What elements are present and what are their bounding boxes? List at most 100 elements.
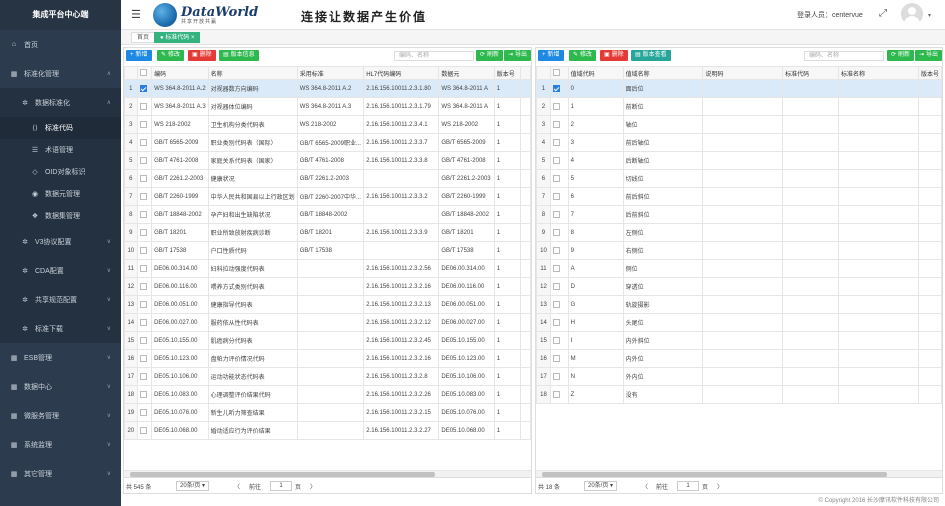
table-row[interactable]: 13 DE06.00.051.00 健康指导代码表 2.16.156.10011.2.… bbox=[124, 295, 531, 314]
table-row[interactable]: 10 GB/T 17538 户口性质代码 GB/T 17538 GB/T 17538 1 bbox=[124, 241, 531, 260]
row-checkbox[interactable] bbox=[139, 354, 147, 362]
row-checkbox[interactable] bbox=[139, 408, 147, 416]
page-number-input[interactable]: 1 bbox=[270, 481, 292, 491]
avatar[interactable] bbox=[901, 3, 923, 25]
chevron-down-icon[interactable]: ▾ bbox=[928, 12, 931, 19]
edit-value-button[interactable]: ✎ 修改 bbox=[569, 50, 597, 61]
column-header[interactable]: 说明码 bbox=[702, 66, 784, 80]
refresh-button[interactable]: ⟳ 刷新 bbox=[476, 50, 504, 61]
table-row[interactable]: 10 9 右侧位 bbox=[536, 241, 942, 260]
row-checkbox[interactable] bbox=[552, 174, 560, 182]
row-checkbox[interactable] bbox=[552, 192, 560, 200]
table-row[interactable]: 18 Z 没有 bbox=[536, 385, 942, 404]
export-button[interactable]: ⇥ 导出 bbox=[504, 50, 531, 61]
page-number-input[interactable]: 1 bbox=[677, 481, 699, 491]
row-checkbox[interactable] bbox=[139, 300, 147, 308]
column-header[interactable]: 采用标准 bbox=[296, 66, 365, 80]
table-row[interactable]: 14 DE06.00.027.00 服药依从性代码表 2.16.156.10011.2… bbox=[124, 313, 531, 332]
table-row[interactable]: 4 GB/T 6565-2009 职业类别代码表（国际） GB/T 6565-2009… bbox=[124, 133, 531, 152]
sidebar-item-10[interactable]: ✲ 共享规范配置 ∨ bbox=[0, 285, 121, 314]
table-row[interactable]: 15 I 内外斜位 bbox=[536, 331, 942, 350]
sidebar-item-9[interactable]: ✲ CDA配置 ∨ bbox=[0, 256, 121, 285]
table-row[interactable]: 11 DE06.00.314.00 妇科拉动强度代码表 2.16.156.10011.… bbox=[124, 259, 531, 278]
table-row[interactable]: 12 DE06.00.116.00 喂养方式类别代码表 2.16.156.10011.… bbox=[124, 277, 531, 296]
left-horizontal-scrollbar[interactable] bbox=[124, 470, 531, 477]
row-checkbox[interactable] bbox=[552, 138, 560, 146]
next-page-button[interactable]: 〉 bbox=[310, 482, 316, 491]
table-row[interactable]: 14 H 头尾位 bbox=[536, 313, 942, 332]
row-checkbox[interactable] bbox=[552, 228, 560, 236]
tab-standard-code[interactable]: ● 标准代码 × bbox=[154, 32, 201, 43]
page-size-select[interactable]: 20条/页 ▾ bbox=[176, 481, 210, 491]
row-checkbox[interactable] bbox=[139, 120, 147, 128]
row-checkbox[interactable] bbox=[552, 318, 560, 326]
sidebar-item-11[interactable]: ✲ 标准下载 ∨ bbox=[0, 314, 121, 343]
value-search-input[interactable]: 编码、名称 bbox=[804, 51, 884, 61]
table-row[interactable]: 16 M 内外位 bbox=[536, 349, 942, 368]
row-checkbox[interactable] bbox=[139, 84, 147, 92]
row-checkbox[interactable] bbox=[552, 84, 560, 92]
table-row[interactable]: 18 DE05.10.083.00 心理调整评价结果代码 2.16.156.10011… bbox=[124, 385, 531, 404]
row-checkbox[interactable] bbox=[139, 390, 147, 398]
sidebar-item-7[interactable]: ❖ 数据集管理 bbox=[0, 205, 121, 227]
row-checkbox[interactable] bbox=[552, 246, 560, 254]
page-size-select[interactable]: 20条/页 ▾ bbox=[584, 481, 618, 491]
table-row[interactable]: 3 2 轴位 bbox=[536, 115, 942, 134]
prev-page-button[interactable]: 〈 bbox=[234, 482, 240, 491]
select-all-checkbox[interactable] bbox=[139, 69, 147, 77]
column-header[interactable] bbox=[549, 66, 569, 80]
row-checkbox[interactable] bbox=[139, 228, 147, 236]
row-checkbox[interactable] bbox=[139, 246, 147, 254]
column-header[interactable] bbox=[520, 66, 531, 80]
table-row[interactable]: 6 5 切线位 bbox=[536, 169, 942, 188]
column-header[interactable]: 编码 bbox=[151, 66, 209, 80]
refresh-value-button[interactable]: ⟳ 刷新 bbox=[887, 50, 915, 61]
add-button[interactable]: + 新增 bbox=[126, 50, 152, 61]
sidebar-item-1[interactable]: ▦ 标准化管理 ∧ bbox=[0, 59, 121, 88]
table-row[interactable]: 13 G 轨旋摄影 bbox=[536, 295, 942, 314]
sidebar-item-5[interactable]: ◇ OID对象标识 bbox=[0, 161, 121, 183]
right-horizontal-scrollbar[interactable] bbox=[536, 470, 942, 477]
table-row[interactable]: 4 3 前后轴位 bbox=[536, 133, 942, 152]
row-checkbox[interactable] bbox=[139, 210, 147, 218]
table-row[interactable]: 6 GB/T 2261.2-2003 健康状况 GB/T 2261.2-2003 GB/… bbox=[124, 169, 531, 188]
column-header[interactable]: 标准代码 bbox=[782, 66, 840, 80]
row-checkbox[interactable] bbox=[552, 210, 560, 218]
row-checkbox[interactable] bbox=[139, 264, 147, 272]
row-checkbox[interactable] bbox=[139, 156, 147, 164]
version-info-button[interactable]: ▤ 版本信息 bbox=[219, 50, 259, 61]
sidebar-item-14[interactable]: ▦ 微服务管理 ∨ bbox=[0, 401, 121, 430]
table-row[interactable]: 12 D 穿透位 bbox=[536, 277, 942, 296]
table-row[interactable]: 5 4 后断轴位 bbox=[536, 151, 942, 170]
column-header[interactable]: 值域名称 bbox=[622, 66, 704, 80]
row-checkbox[interactable] bbox=[552, 300, 560, 308]
version-view-button[interactable]: ▤ 版本查看 bbox=[631, 50, 671, 61]
row-checkbox[interactable] bbox=[552, 390, 560, 398]
row-checkbox[interactable] bbox=[139, 426, 147, 434]
sidebar-item-13[interactable]: ▦ 数据中心 ∨ bbox=[0, 372, 121, 401]
table-row[interactable]: 2 WS 364.8-2011 A.3 对视器体位编码 WS 364.8-2011 A… bbox=[124, 97, 531, 116]
next-page-button[interactable]: 〉 bbox=[717, 482, 723, 491]
table-row[interactable]: 17 N 外内位 bbox=[536, 367, 942, 386]
row-checkbox[interactable] bbox=[139, 192, 147, 200]
column-header[interactable]: 版本号 bbox=[493, 66, 522, 80]
fullscreen-icon[interactable]: ⤢ bbox=[879, 8, 887, 19]
select-all-checkbox[interactable] bbox=[552, 69, 560, 77]
row-checkbox[interactable] bbox=[139, 282, 147, 290]
row-checkbox[interactable] bbox=[552, 336, 560, 344]
table-row[interactable]: 2 1 前断位 bbox=[536, 97, 942, 116]
delete-button[interactable]: ▣ 删除 bbox=[188, 50, 216, 61]
delete-value-button[interactable]: ▣ 删除 bbox=[600, 50, 628, 61]
table-row[interactable]: 19 DE05.10.076.00 新生儿听力筛查结果 2.16.156.10011.… bbox=[124, 403, 531, 422]
column-header[interactable]: 数据元 bbox=[438, 66, 495, 80]
sidebar-item-2[interactable]: ✲ 数据标准化 ∧ bbox=[0, 88, 121, 117]
row-checkbox[interactable] bbox=[139, 318, 147, 326]
row-checkbox[interactable] bbox=[552, 102, 560, 110]
table-row[interactable]: 9 8 左侧位 bbox=[536, 223, 942, 242]
table-row[interactable]: 16 DE05.10.123.00 盘帕力评价情况代码 2.16.156.10011.… bbox=[124, 349, 531, 368]
row-checkbox[interactable] bbox=[139, 336, 147, 344]
export-value-button[interactable]: ⇥ 导出 bbox=[915, 50, 942, 61]
table-row[interactable]: 5 GB/T 4761-2008 家庭关系代码表（国家） GB/T 4761-2008… bbox=[124, 151, 531, 170]
row-checkbox[interactable] bbox=[139, 138, 147, 146]
column-header[interactable]: 值域代码 bbox=[567, 66, 624, 80]
